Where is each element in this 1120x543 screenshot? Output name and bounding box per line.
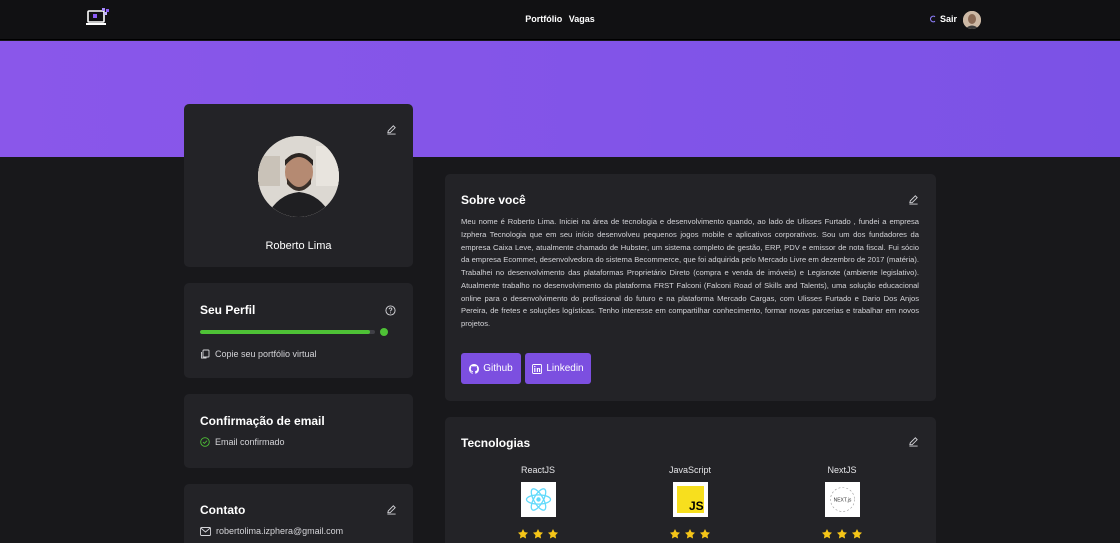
- profile-photo: [258, 136, 339, 217]
- tech-name: NextJS: [827, 465, 857, 475]
- help-icon[interactable]: [385, 303, 396, 316]
- linkedin-label: Linkedin: [546, 363, 584, 374]
- profile-progress-title: Seu Perfil: [200, 303, 256, 317]
- star-icon: [685, 529, 695, 539]
- github-button[interactable]: Github: [461, 353, 521, 384]
- star-icon: [670, 529, 680, 539]
- nav-vagas[interactable]: Vagas: [569, 14, 595, 24]
- linkedin-icon: [532, 363, 543, 374]
- tech-rating: [802, 528, 882, 540]
- edit-about-icon[interactable]: [908, 194, 919, 205]
- email-status: Email confirmado: [200, 437, 285, 447]
- tech-name: JavaScript: [668, 465, 712, 475]
- tech-name: ReactJS: [520, 465, 555, 475]
- profile-progress-card: Seu Perfil Copie seu portfólio virtual: [184, 283, 413, 378]
- github-label: Github: [483, 363, 513, 374]
- about-title: Sobre você: [461, 193, 526, 207]
- nextjs-logo-text: NEXT.js: [833, 498, 851, 504]
- check-circle-icon: [200, 437, 210, 447]
- react-logo-icon: [520, 482, 556, 517]
- contact-email: robertolima.izphera@gmail.com: [200, 526, 343, 536]
- copy-portfolio-link[interactable]: Copie seu portfólio virtual: [200, 349, 317, 359]
- email-confirmation-title: Confirmação de email: [200, 414, 325, 428]
- javascript-logo-text: JS: [689, 499, 704, 513]
- contact-title: Contato: [200, 503, 246, 517]
- copy-portfolio-label: Copie seu portfólio virtual: [215, 349, 317, 359]
- profile-progress-fill: [200, 330, 370, 334]
- tech-item-javascript: JavaScript JS: [650, 465, 730, 540]
- mail-icon: [200, 526, 211, 536]
- tech-item-nextjs: NextJS NEXT.js: [802, 465, 882, 540]
- top-navbar: Portfólio Vagas Sair: [0, 0, 1120, 40]
- profile-banner: [0, 41, 1120, 157]
- copy-icon: [201, 349, 210, 359]
- profile-card: Roberto Lima: [184, 104, 413, 267]
- github-icon: [469, 363, 480, 374]
- email-status-label: Email confirmado: [215, 437, 285, 447]
- about-text: Meu nome é Roberto Lima. Iniciei na área…: [461, 217, 919, 328]
- star-icon: [518, 529, 528, 539]
- about-card: Sobre você Meu nome é Roberto Lima. Inic…: [445, 174, 936, 401]
- edit-technologies-icon[interactable]: [908, 436, 919, 447]
- javascript-logo-icon: JS: [672, 482, 708, 517]
- tech-rating: [498, 528, 578, 540]
- technologies-card: Tecnologias ReactJS JavaScript JS NextJS: [445, 417, 936, 543]
- star-icon: [822, 529, 832, 539]
- star-icon: [548, 529, 558, 539]
- profile-progress-bar: [200, 330, 375, 334]
- nav-portfolio[interactable]: Portfólio: [525, 14, 562, 24]
- linkedin-button[interactable]: Linkedin: [525, 353, 591, 384]
- contact-email-value: robertolima.izphera@gmail.com: [216, 526, 344, 536]
- tech-rating: [650, 528, 730, 540]
- star-icon: [700, 529, 710, 539]
- edit-contact-icon[interactable]: [386, 504, 397, 515]
- tech-item-reactjs: ReactJS: [498, 465, 578, 540]
- progress-complete-dot: [380, 328, 388, 336]
- logout-icon: [930, 15, 936, 23]
- logout-label: Sair: [940, 14, 958, 24]
- star-icon: [837, 529, 847, 539]
- nextjs-logo-icon: NEXT.js: [824, 482, 860, 517]
- profile-name: Roberto Lima: [265, 240, 332, 252]
- edit-profile-icon[interactable]: [386, 124, 397, 135]
- star-icon: [533, 529, 543, 539]
- user-avatar[interactable]: [963, 11, 981, 29]
- email-confirmation-card: Confirmação de email Email confirmado: [184, 394, 413, 468]
- technologies-title: Tecnologias: [461, 436, 531, 450]
- contact-card: Contato robertolima.izphera@gmail.com: [184, 484, 413, 543]
- star-icon: [852, 529, 862, 539]
- logout-button[interactable]: Sair: [929, 14, 957, 24]
